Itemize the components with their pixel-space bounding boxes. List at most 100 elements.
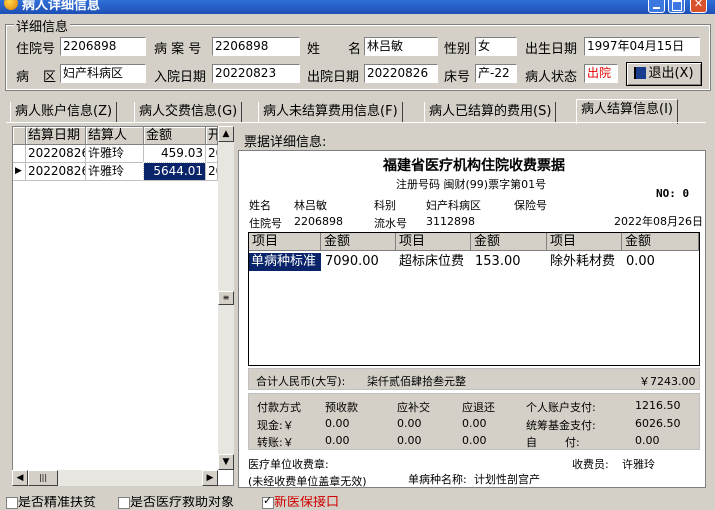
- table-cell[interactable]: 许雅玲: [86, 145, 144, 163]
- row-pointer-icon: ▶: [13, 163, 26, 181]
- pay-method-label: 付款方式: [257, 401, 301, 414]
- status-field[interactable]: 出院: [584, 64, 618, 83]
- bill-item-amount[interactable]: 153.00: [473, 253, 521, 271]
- bill-item-amount[interactable]: 7090.00: [323, 253, 379, 271]
- admit-date-field[interactable]: 20220823: [212, 64, 300, 83]
- stamp-note: (未经收费单位盖章无效): [248, 475, 367, 488]
- scroll-thumb[interactable]: ≡: [218, 291, 234, 305]
- tab-payment[interactable]: 病人交费信息(G): [134, 102, 243, 122]
- due-label: 应补交: [397, 401, 430, 414]
- case-no-field[interactable]: 2206898: [212, 37, 300, 56]
- ward-label-2: 区: [43, 70, 57, 85]
- grid-header-extra[interactable]: 开: [206, 127, 218, 145]
- payment-box: 付款方式 预收款 应补交 应退还 个人账户支付: 1216.50 现金:￥ 0.…: [248, 393, 700, 450]
- grid-corner: [13, 127, 26, 145]
- bill-item-amount[interactable]: 0.00: [624, 253, 655, 271]
- personal-value: 1216.50: [635, 399, 681, 412]
- ward-field[interactable]: 妇产科病区: [60, 64, 146, 83]
- bottom-options-row: 是否精准扶贫 是否医疗救助对象 新医保接口: [0, 496, 715, 510]
- transfer-prepaid: 0.00: [325, 434, 350, 447]
- window-title: 病人详细信息: [22, 0, 101, 13]
- table-cell[interactable]: 20: [206, 145, 218, 163]
- scroll-left-icon[interactable]: ◀: [12, 470, 28, 486]
- fund-value: 6026.50: [635, 417, 681, 430]
- birth-field[interactable]: 1997年04月15日: [584, 37, 700, 56]
- bill-name-label: 姓名: [249, 199, 271, 212]
- admit-date-label: 入院日期: [154, 70, 207, 85]
- table-cell[interactable]: 许雅玲: [86, 163, 144, 181]
- name-label: 名: [348, 42, 362, 57]
- bed-label: 床号: [444, 70, 471, 85]
- bill-items-table[interactable]: 项目 金额 项目 金额 项目 金额 单病种标准 7090.00 超标床位费 15…: [248, 232, 700, 366]
- maximize-button[interactable]: [668, 0, 685, 13]
- precise-poverty-checkbox[interactable]: 是否精准扶贫: [6, 496, 96, 510]
- name-field[interactable]: 林吕敏: [364, 37, 438, 56]
- tab-account[interactable]: 病人账户信息(Z): [10, 102, 118, 122]
- bill-date: 2022年08月26日: [614, 215, 703, 228]
- grid-header-amount[interactable]: 金额: [144, 127, 206, 145]
- settlement-grid[interactable]: 结算日期 结算人 金额 开 20220826 许雅玲 459.03 20 ▶ 2…: [12, 126, 234, 486]
- status-label: 病人状态: [525, 70, 578, 85]
- self-pay-label: 自 付:: [526, 436, 580, 449]
- table-cell[interactable]: 459.03: [144, 145, 206, 163]
- bill-admission: 2206898: [294, 215, 343, 228]
- medical-aid-checkbox[interactable]: 是否医疗救助对象: [118, 496, 234, 510]
- tab-unsettled[interactable]: 病人未结算费用信息(F): [258, 102, 403, 122]
- reg-value: 闽财(99)票字第01号: [443, 178, 547, 191]
- scroll-right-icon[interactable]: ▶: [202, 470, 218, 486]
- exit-label: 退出: [648, 66, 675, 81]
- scroll-down-icon[interactable]: ▼: [218, 454, 234, 470]
- self-pay-value: 0.00: [635, 434, 660, 447]
- selected-cell[interactable]: 5644.01: [143, 162, 207, 182]
- bill-admission-label: 住院号: [249, 217, 282, 230]
- gender-field[interactable]: 女: [475, 37, 517, 56]
- case-no-label: 病 案 号: [154, 42, 202, 57]
- new-insurance-checkbox[interactable]: 新医保接口: [262, 496, 339, 510]
- bill-item-name[interactable]: 单病种标准: [249, 253, 321, 271]
- discharge-date-field[interactable]: 20220826: [364, 64, 438, 83]
- cash-refund: 0.00: [462, 417, 487, 430]
- surname-label: 姓: [307, 42, 321, 57]
- bill-dept-label: 科别: [374, 199, 396, 212]
- close-button[interactable]: ✕: [690, 0, 707, 13]
- tab-settled-fees[interactable]: 病人已结算的费用(S): [424, 102, 557, 122]
- grid-horizontal-scrollbar[interactable]: ◀ ||| ▶: [12, 470, 218, 486]
- hscroll-thumb[interactable]: |||: [28, 470, 58, 486]
- transfer-due: 0.00: [397, 434, 422, 447]
- bill-detail-title: 票据详细信息:: [244, 135, 327, 150]
- item-header: 项目: [249, 233, 321, 251]
- scroll-up-icon[interactable]: ▲: [218, 126, 234, 142]
- personal-label: 个人账户支付:: [526, 401, 596, 414]
- total-words: 柒仟贰佰肆拾叁元整: [367, 375, 466, 388]
- gender-label: 性别: [444, 42, 471, 57]
- total-amount: ￥7243.00: [639, 375, 696, 388]
- tab-line: [6, 122, 706, 123]
- cashier-label: 收费员:: [572, 458, 609, 471]
- exit-button[interactable]: 退出(X): [626, 62, 702, 86]
- tab-settlement-info[interactable]: 病人结算信息(I): [576, 99, 678, 124]
- grid-header-operator[interactable]: 结算人: [86, 127, 144, 145]
- bill-name: 林吕敏: [294, 199, 327, 212]
- disease-label: 单病种名称:: [408, 473, 467, 486]
- no-value: 0: [682, 187, 690, 200]
- grid-header-date[interactable]: 结算日期: [26, 127, 86, 145]
- grid-vertical-scrollbar[interactable]: ▲ ≡ ▼: [218, 126, 234, 470]
- refund-label: 应退还: [462, 401, 495, 414]
- exit-icon: [634, 67, 647, 79]
- bill-item-name[interactable]: 除外耗材费: [548, 253, 615, 271]
- cash-prepaid: 0.00: [325, 417, 350, 430]
- table-cell[interactable]: 20: [206, 163, 218, 181]
- table-cell[interactable]: 20220826: [26, 145, 86, 163]
- bed-field[interactable]: 产-22: [475, 64, 517, 83]
- total-label: 合计人民币(大写):: [256, 375, 346, 388]
- title-bar: 病人详细信息 ✕: [0, 0, 715, 14]
- admission-no-field[interactable]: 2206898: [60, 37, 146, 56]
- exit-key: (X): [674, 66, 694, 81]
- bill-item-name[interactable]: 超标床位费: [397, 253, 464, 271]
- prepaid-label: 预收款: [325, 401, 358, 414]
- minimize-button[interactable]: [648, 0, 665, 13]
- amount-header: 金额: [622, 233, 699, 251]
- item-header: 项目: [396, 233, 471, 251]
- ward-label-1: 病: [16, 70, 30, 85]
- table-cell[interactable]: 20220826: [26, 163, 86, 181]
